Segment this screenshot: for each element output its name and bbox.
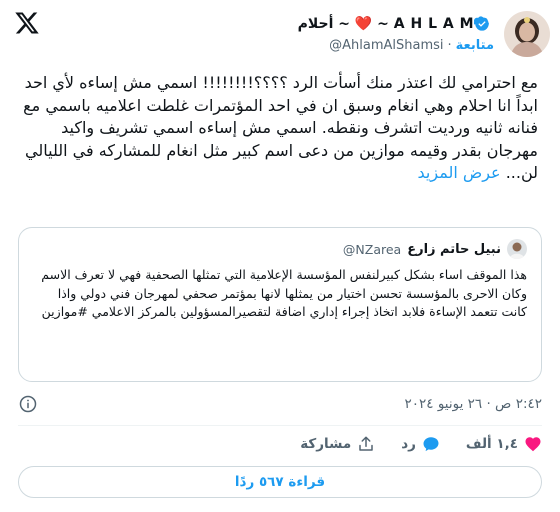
divider [18,425,542,426]
tweet-meta: ٢:٤٢ ص · ٢٦ يونيو ٢٠٢٤ [18,393,542,415]
reply-label: رد [401,436,416,452]
user-block: أحلام ~ ❤️ ~ A H L A M @AhlamAlShamsi · … [298,13,494,55]
quote-header: نبيل حاتم زارع @NZarea [33,238,527,260]
display-name[interactable]: أحلام ~ ❤️ ~ A H L A M [298,16,474,32]
read-replies-button[interactable]: قراءة ٥٦٧ ردًا [18,466,542,498]
tweet-text: مع احترامي لك اعتذر منك أسأت الرد ؟؟؟؟!!… [22,72,538,185]
info-icon[interactable] [18,394,38,414]
heart-icon [525,437,541,452]
user-handle[interactable]: @AhlamAlShamsi [329,38,443,53]
timestamp[interactable]: ٢:٤٢ ص · ٢٦ يونيو ٢٠٢٤ [405,396,542,412]
show-more-link[interactable]: عرض المزيد [418,163,501,182]
share-icon [359,436,373,451]
share-label: مشاركة [300,436,352,452]
quote-author-handle: @NZarea [342,241,402,257]
tweet-header: أحلام ~ ❤️ ~ A H L A M @AhlamAlShamsi · … [298,8,550,60]
handle-row: @AhlamAlShamsi · متابعة [329,35,494,55]
reply-bubble-icon [423,437,439,452]
verified-badge-icon [474,16,489,31]
quote-author-name: نبيل حاتم زارع [407,241,501,257]
like-count: ١,٤ ألف [465,436,518,452]
like-button[interactable]: ١,٤ ألف [466,435,542,453]
separator-dot: · [447,37,452,53]
quoted-tweet[interactable]: نبيل حاتم زارع @NZarea هذا الموقف اساء ب… [18,227,542,382]
quote-avatar [507,239,527,259]
quote-text: هذا الموقف اساء بشكل كبيرلنفس المؤسسة ال… [41,267,527,319]
name-row: أحلام ~ ❤️ ~ A H L A M [298,13,494,35]
reply-button[interactable]: رد [401,435,440,453]
follow-button[interactable]: متابعة [456,38,494,53]
share-button[interactable]: مشاركة [300,435,375,453]
avatar[interactable] [504,11,550,57]
x-logo-icon[interactable] [14,10,40,36]
action-bar: ١,٤ ألف رد مشاركة [18,432,542,456]
